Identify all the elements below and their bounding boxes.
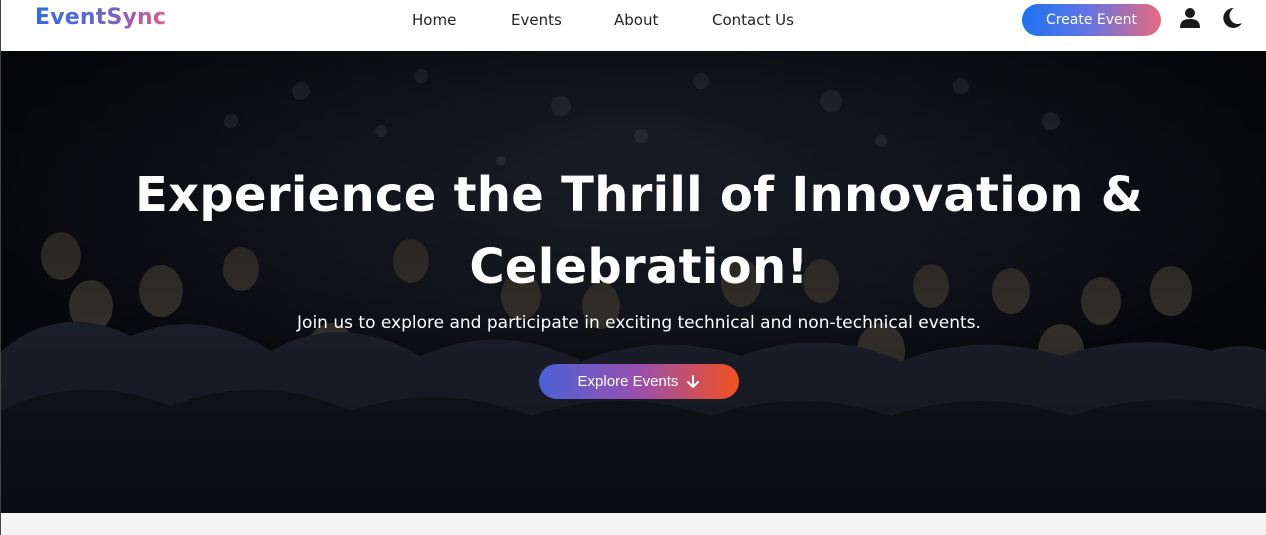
nav-link-events[interactable]: Events (511, 11, 562, 29)
create-event-button[interactable]: Create Event (1022, 4, 1161, 36)
hero-title-line-1: Experience the Thrill of Innovation & (135, 167, 1143, 223)
arrow-down-icon (687, 374, 700, 388)
nav-link-home[interactable]: Home (412, 11, 456, 29)
nav-link-contact[interactable]: Contact Us (712, 11, 794, 29)
next-section-edge (0, 513, 1266, 535)
hero-section: Experience the Thrill of Innovation & Ce… (0, 51, 1266, 513)
hero-title-line-2: Celebration! (469, 239, 809, 295)
navbar: EventSync Home Events About Contact Us C… (0, 0, 1266, 51)
user-icon[interactable] (1178, 6, 1202, 30)
moon-icon[interactable] (1219, 6, 1243, 30)
hero-subtitle: Join us to explore and participate in ex… (297, 313, 981, 333)
explore-events-label: Explore Events (577, 373, 679, 390)
hero-title: Experience the Thrill of Innovation & Ce… (1, 159, 1266, 303)
explore-events-button[interactable]: Explore Events (539, 364, 739, 399)
nav-link-about[interactable]: About (614, 11, 658, 29)
brand-logo[interactable]: EventSync (35, 5, 166, 30)
